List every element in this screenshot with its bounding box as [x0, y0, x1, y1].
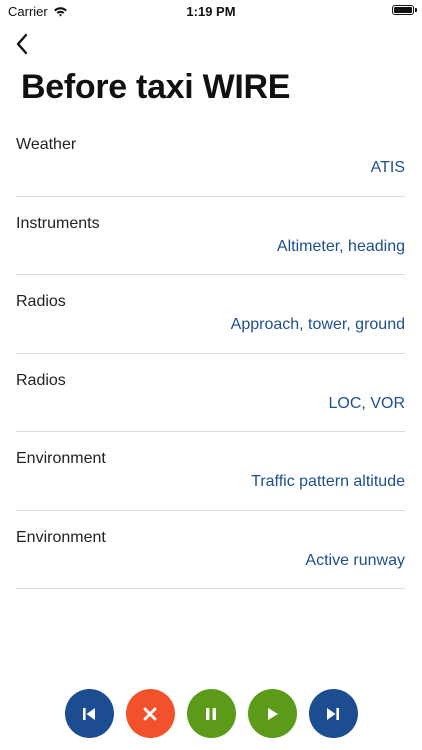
- list-item[interactable]: Radios LOC, VOR: [16, 354, 405, 432]
- item-value: ATIS: [370, 159, 405, 176]
- item-value: LOC, VOR: [328, 394, 405, 412]
- chevron-left-icon: [16, 33, 28, 55]
- item-label: Environment: [16, 528, 106, 546]
- item-value: Approach, tower, ground: [230, 316, 405, 333]
- list-item[interactable]: Radios Approach, tower, ground: [16, 275, 405, 354]
- list-item[interactable]: Instruments Altimeter, heading: [16, 197, 405, 275]
- item-label: Radios: [16, 371, 66, 389]
- item-label: Weather: [16, 136, 77, 153]
- skip-back-icon: [83, 707, 95, 720]
- page-title: Before taxi WIRE: [21, 68, 291, 106]
- item-label: Radios: [16, 293, 66, 310]
- play-icon: [268, 707, 278, 720]
- cancel-button[interactable]: [125, 689, 175, 738]
- pause-icon: [206, 707, 216, 720]
- item-label: Instruments: [16, 214, 100, 232]
- list-item[interactable]: Environment Traffic pattern altitude: [16, 432, 405, 511]
- item-value: Altimeter, heading: [276, 237, 405, 255]
- back-button[interactable]: [8, 30, 36, 58]
- list-item[interactable]: Environment Active runway: [16, 511, 405, 589]
- next-button[interactable]: [308, 689, 358, 738]
- item-value: Traffic pattern altitude: [251, 473, 405, 490]
- playback-controls: [0, 689, 422, 738]
- skip-forward-icon: [327, 707, 339, 720]
- pause-button[interactable]: [186, 689, 236, 738]
- item-value: Active runway: [305, 551, 405, 569]
- item-label: Environment: [16, 450, 106, 467]
- play-button[interactable]: [247, 689, 297, 738]
- status-bar: Carrier 1:19 PM: [0, 0, 422, 22]
- previous-button[interactable]: [64, 689, 114, 738]
- close-icon: [143, 707, 157, 720]
- list-item[interactable]: Weather ATIS: [16, 118, 405, 197]
- checklist: Weather ATIS Instruments Altimeter, head…: [16, 118, 405, 589]
- battery-icon: [392, 5, 417, 15]
- status-time: 1:19 PM: [186, 4, 236, 19]
